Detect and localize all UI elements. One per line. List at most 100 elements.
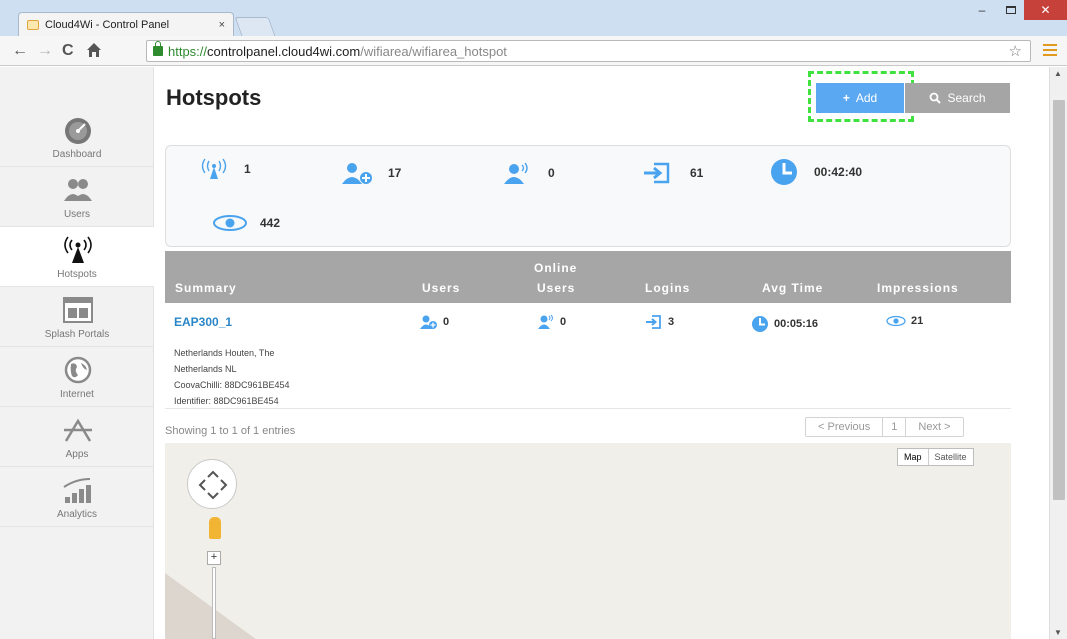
row-impressions-value: 21 — [911, 315, 924, 327]
page-scrollbar[interactable]: ▲ ▼ — [1049, 67, 1067, 639]
close-window-button[interactable]: ✕ — [1024, 0, 1067, 20]
row-online-users-cell: 0 — [537, 315, 566, 329]
home-icon-svg — [87, 43, 101, 57]
address-bar[interactable]: https://controlpanel.cloud4wi.com/wifiar… — [146, 40, 1031, 62]
browser-toolbar: ← → C https://controlpanel.cloud4wi.com /… — [0, 36, 1067, 66]
splash-portal-icon — [63, 297, 93, 323]
header-avg-time[interactable]: Avg Time — [762, 281, 823, 295]
url-path: /wifiarea/wifiarea_hotspot — [360, 43, 507, 59]
clock-icon — [752, 316, 768, 332]
pan-arrows-icon — [198, 470, 228, 500]
clock-icon — [771, 159, 797, 185]
globe-icon — [64, 356, 92, 384]
hotspot-map[interactable]: Map Satellite + — [165, 443, 1011, 639]
scrollbar-thumb[interactable] — [1053, 100, 1065, 500]
search-button[interactable]: Search — [905, 83, 1010, 113]
map-terrain-shape — [165, 573, 275, 639]
main-content: Hotspots + Add Search 1 17 0 61 00:42:40… — [154, 67, 1049, 639]
page-content: Dashboard Users Hotspots Splash Portals — [0, 67, 1049, 639]
analytics-bars-icon — [63, 478, 91, 503]
maximize-icon — [1005, 6, 1016, 14]
page-number-button[interactable]: 1 — [883, 418, 907, 436]
next-page-button[interactable]: Next > — [906, 418, 962, 436]
sidebar-label-splash-portals: Splash Portals — [44, 329, 110, 340]
users-icon — [64, 179, 92, 201]
apps-icon — [64, 418, 92, 442]
stat-impressions-value: 442 — [260, 216, 281, 230]
row-impressions-cell: 21 — [886, 315, 923, 327]
stat-avg-time: 00:42:40 — [766, 158, 862, 186]
pagination: < Previous 1 Next > — [805, 417, 964, 437]
sidebar-item-internet[interactable]: Internet — [0, 347, 154, 407]
cloud-favicon-icon — [27, 19, 39, 30]
stat-online-users-value: 0 — [548, 166, 555, 180]
stat-avg-time-value: 00:42:40 — [814, 165, 863, 179]
login-icon — [644, 162, 670, 184]
entries-info: Showing 1 to 1 of 1 entries — [165, 425, 296, 437]
plus-icon: + — [842, 91, 850, 105]
map-zoom-slider[interactable] — [212, 567, 216, 639]
street-view-pegman-icon[interactable] — [209, 517, 221, 539]
stat-hotspots: 1 — [196, 158, 251, 180]
scroll-up-arrow-icon[interactable]: ▲ — [1054, 69, 1062, 78]
stat-impressions: 442 — [212, 214, 280, 232]
sidebar-label-apps: Apps — [65, 449, 89, 460]
home-icon[interactable] — [86, 42, 102, 60]
online-user-icon — [504, 162, 528, 184]
sidebar-label-analytics: Analytics — [56, 509, 97, 520]
header-online-line2[interactable]: Users — [537, 281, 575, 295]
header-logins[interactable]: Logins — [645, 281, 690, 295]
header-online-line1[interactable]: Online — [534, 261, 577, 275]
map-pan-control[interactable] — [187, 459, 237, 509]
stat-new-users: 17 — [340, 162, 401, 184]
row-logins-cell: 3 — [645, 315, 674, 329]
header-summary[interactable]: Summary — [175, 281, 237, 295]
browser-tab[interactable]: Cloud4Wi - Control Panel × — [18, 12, 234, 36]
sidebar-item-splash-portals[interactable]: Splash Portals — [0, 287, 154, 347]
sidebar-item-users[interactable]: Users — [0, 167, 154, 227]
new-tab-button[interactable] — [234, 17, 276, 36]
sidebar-item-apps[interactable]: Apps — [0, 407, 154, 467]
back-arrow-icon[interactable]: ← — [12, 42, 28, 60]
minimize-button[interactable]: – — [968, 0, 996, 20]
maximize-button[interactable] — [997, 0, 1024, 20]
row-users-cell: 0 — [420, 315, 449, 329]
url-host: controlpanel.cloud4wi.com — [207, 43, 361, 59]
tab-title: Cloud4Wi - Control Panel — [45, 18, 170, 31]
map-zoom-in-button[interactable]: + — [207, 551, 221, 565]
sidebar-item-analytics[interactable]: Analytics — [0, 467, 154, 527]
eye-icon — [886, 315, 906, 327]
sidebar-item-dashboard[interactable]: Dashboard — [0, 107, 154, 167]
stat-hotspots-value: 1 — [244, 162, 251, 176]
login-icon — [646, 315, 661, 329]
row-avg-time-value: 00:05:16 — [774, 318, 819, 330]
bookmark-star-icon[interactable]: ☆ — [1009, 42, 1022, 60]
add-user-icon — [420, 315, 437, 329]
sidebar: Dashboard Users Hotspots Splash Portals — [0, 67, 154, 639]
search-button-label: Search — [947, 91, 986, 105]
stat-new-users-value: 17 — [388, 166, 402, 180]
url-scheme: https:// — [168, 43, 208, 59]
hotspot-coovachilli: CoovaChilli: 88DC961BE454 — [174, 380, 290, 390]
previous-page-button[interactable]: < Previous — [806, 418, 884, 436]
search-icon — [930, 92, 942, 104]
stat-logins: 61 — [642, 162, 703, 184]
scroll-down-arrow-icon[interactable]: ▼ — [1054, 628, 1062, 637]
hotspot-name-link[interactable]: EAP300_1 — [174, 315, 232, 329]
header-users[interactable]: Users — [422, 281, 460, 295]
row-online-users-value: 0 — [560, 316, 567, 328]
tab-close-icon[interactable]: × — [219, 19, 225, 31]
forward-arrow-icon[interactable]: → — [37, 42, 53, 60]
reload-icon[interactable]: C — [62, 42, 74, 60]
satellite-view-button[interactable]: Satellite — [929, 449, 973, 465]
hotspot-address-line1: Netherlands Houten, The — [174, 348, 275, 358]
hotspot-antenna-icon — [64, 236, 92, 263]
browser-menu-icon[interactable] — [1043, 44, 1057, 59]
header-impressions[interactable]: Impressions — [877, 281, 959, 295]
add-user-icon — [342, 163, 372, 184]
add-hotspot-button[interactable]: + Add — [816, 83, 904, 113]
sidebar-item-hotspots[interactable]: Hotspots — [0, 227, 154, 287]
map-view-button[interactable]: Map — [898, 449, 929, 465]
row-logins-value: 3 — [668, 316, 675, 328]
online-user-icon — [538, 315, 553, 329]
